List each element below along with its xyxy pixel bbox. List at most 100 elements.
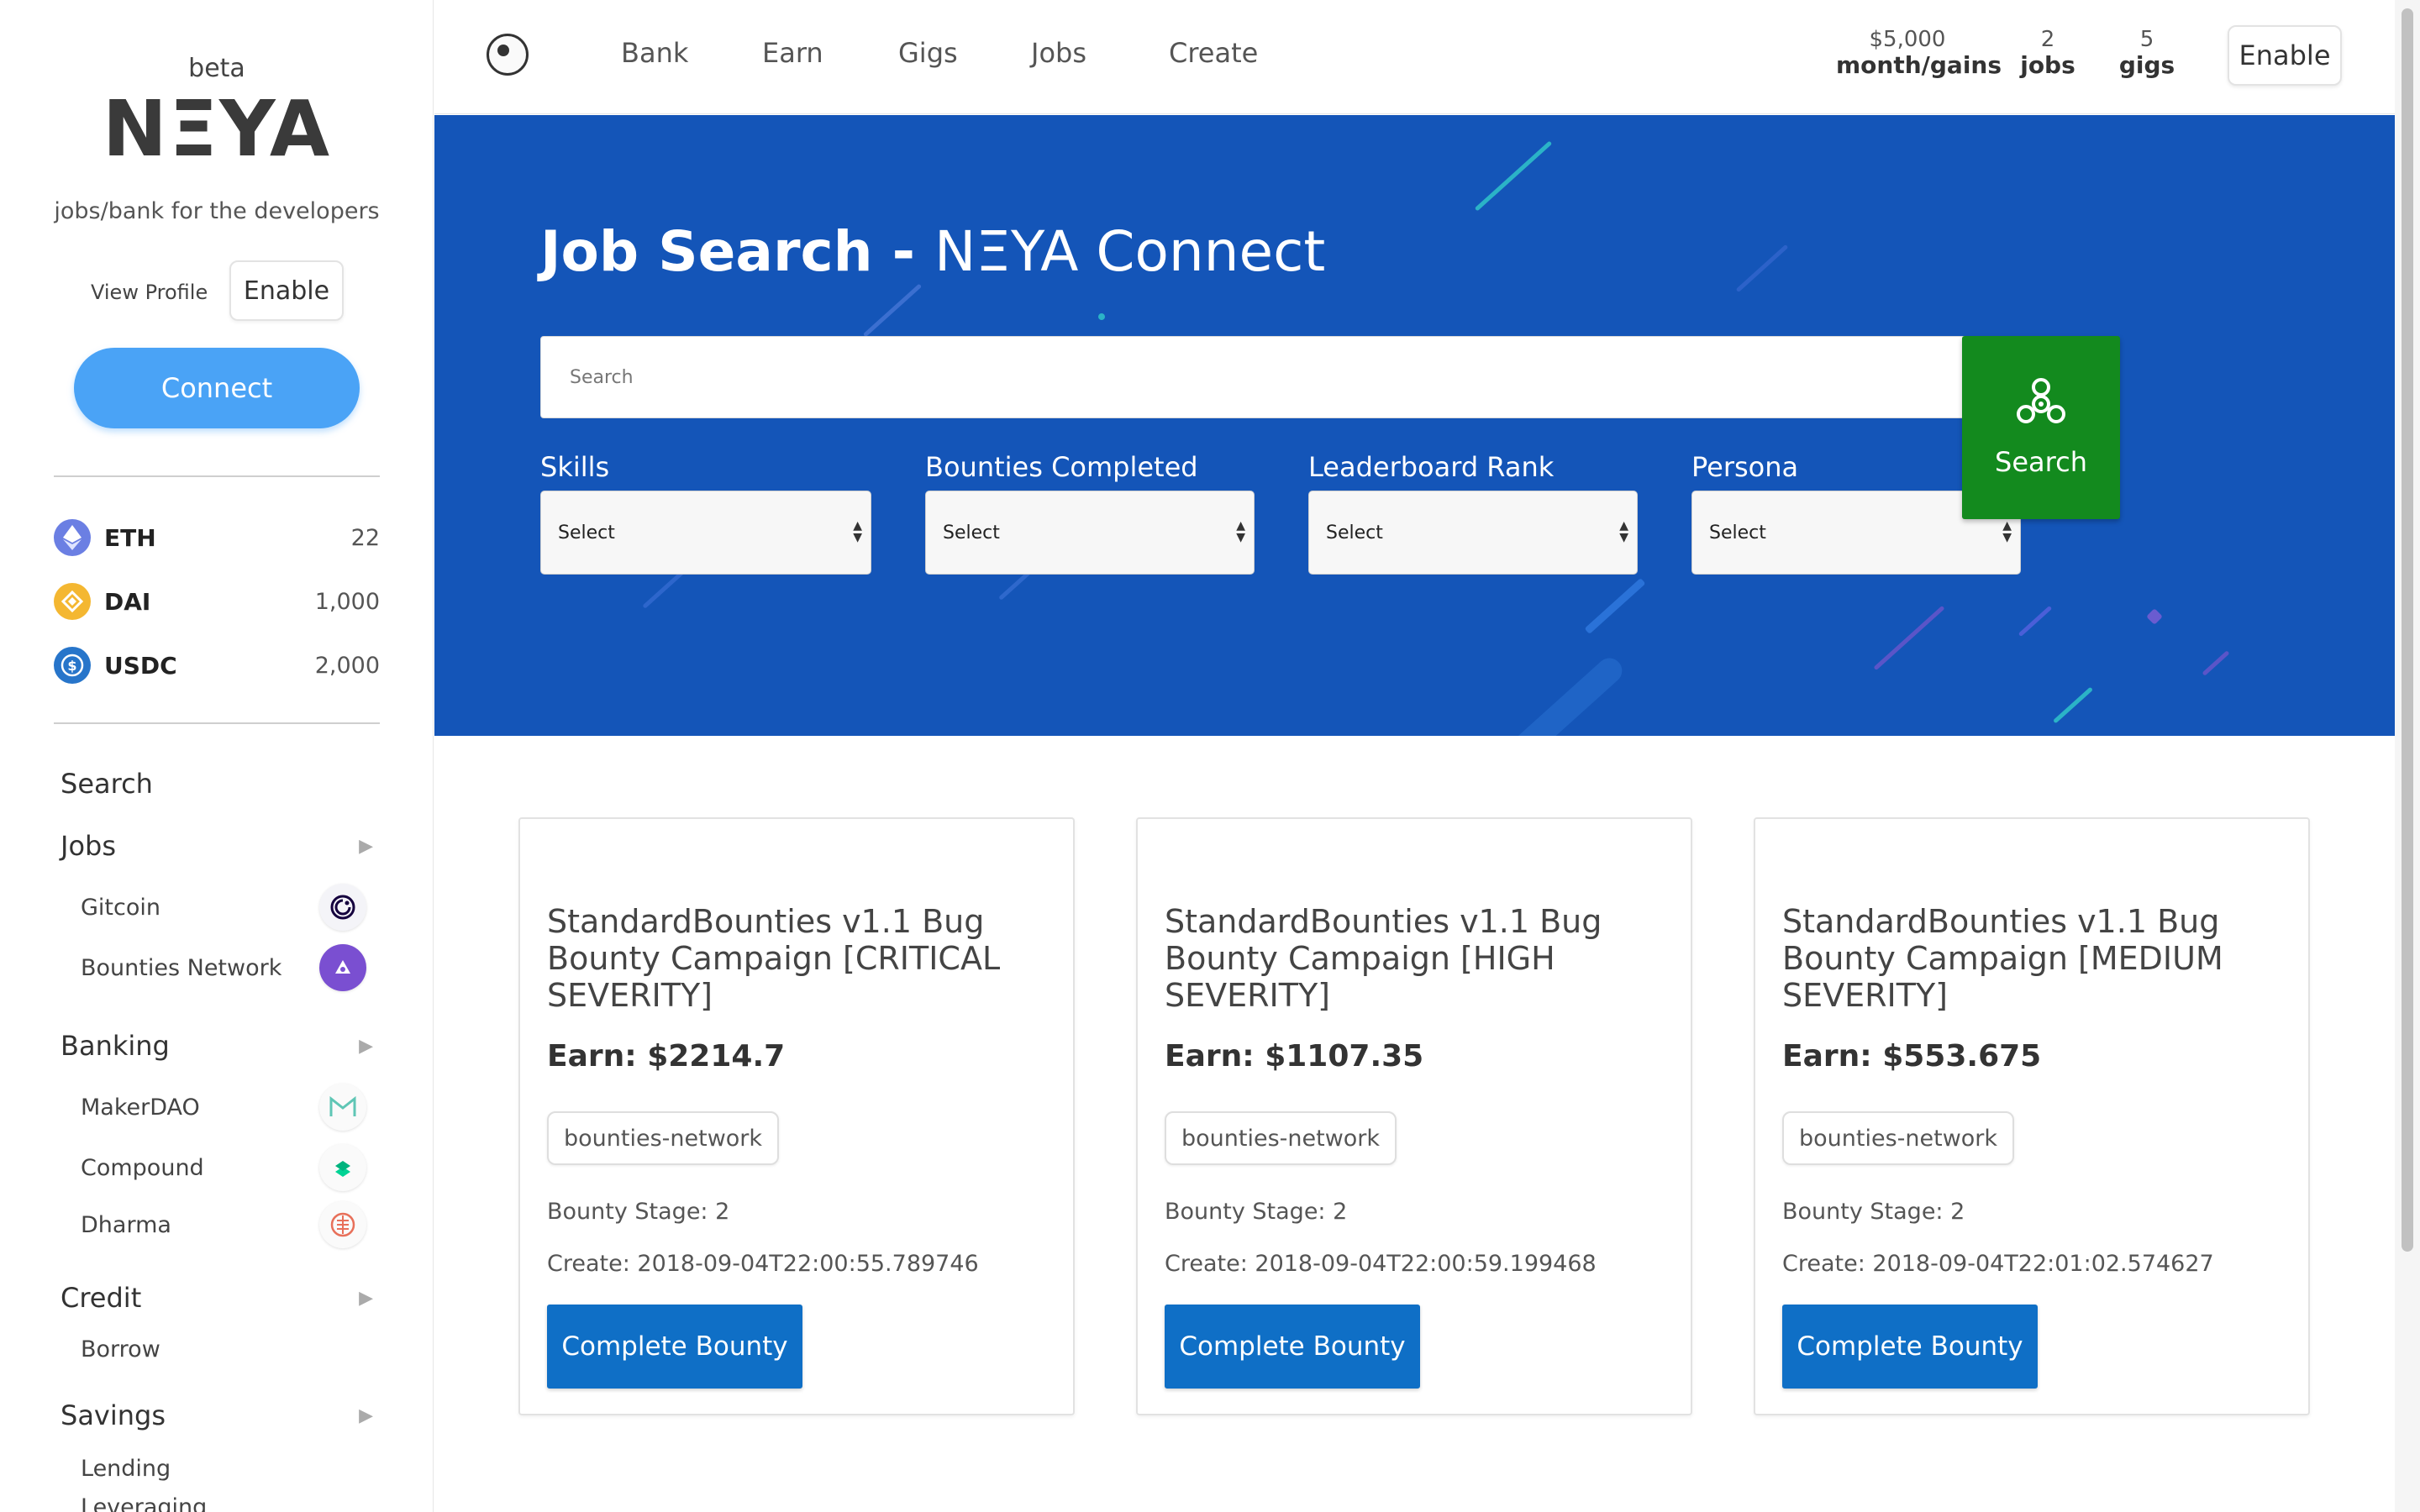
search-button[interactable]: Search (1962, 336, 2120, 519)
select-arrows-icon: ▲ ▼ (1236, 519, 1245, 544)
bounty-stage: Bounty Stage: 2 (1782, 1199, 1965, 1225)
nav-label: MakerDAO (81, 1094, 200, 1121)
decor-streak (1735, 244, 1789, 293)
sidebar-item-compound[interactable]: Compound (81, 1144, 366, 1191)
bounties-network-icon (319, 944, 366, 991)
asset-value: 22 (350, 524, 380, 551)
nav-label: Banking (60, 1030, 170, 1062)
expand-arrow-icon[interactable]: ▶ (353, 1288, 373, 1309)
decor-streak (862, 283, 923, 338)
nav-link-earn[interactable]: Earn (762, 37, 823, 69)
nav-label: Dharma (81, 1211, 171, 1238)
sidebar-item-search[interactable]: Search (60, 763, 373, 805)
job-search-input[interactable] (540, 336, 2075, 418)
sidebar-item-jobs[interactable]: Jobs ▶ (60, 825, 373, 867)
sidebar-item-borrow[interactable]: Borrow (81, 1326, 366, 1373)
nav-label: Savings (60, 1399, 166, 1431)
decor-dot (2146, 608, 2163, 625)
asset-name: USDC (104, 651, 177, 680)
sidebar-item-makerdao[interactable]: MakerDAO (81, 1084, 366, 1131)
decor-streak (1474, 140, 1553, 212)
bounty-tag[interactable]: bounties-network (1782, 1111, 2015, 1165)
bounty-title[interactable]: StandardBounties v1.1 Bug Bounty Campaig… (547, 903, 1051, 1014)
nav-label: Credit (60, 1282, 142, 1314)
sidebar-item-bounties-network[interactable]: Bounties Network (81, 944, 366, 991)
dharma-icon (319, 1201, 366, 1248)
bounty-created: Create: 2018-09-04T22:01:02.574627 (1782, 1251, 2214, 1277)
asset-value: 2,000 (314, 652, 380, 679)
filter-label-persona: Persona (1691, 451, 1799, 483)
sidebar: beta NΞYA jobs/bank for the developers V… (0, 0, 434, 1512)
expand-arrow-icon[interactable]: ▶ (353, 1036, 373, 1057)
nav-link-create[interactable]: Create (1169, 37, 1258, 69)
bounty-earn: Earn: $1107.35 (1165, 1039, 1424, 1074)
filter-label-skills: Skills (540, 451, 610, 483)
neya-logo[interactable]: NΞYA (0, 87, 433, 171)
bounty-created: Create: 2018-09-04T22:00:55.789746 (547, 1251, 979, 1277)
nav-label: Borrow (81, 1336, 160, 1362)
sidebar-item-leveraging[interactable]: Leveraging (81, 1483, 366, 1512)
decor-streak (2053, 686, 2093, 724)
select-value: Select (1326, 522, 1383, 543)
nav-link-jobs[interactable]: Jobs (1031, 37, 1086, 69)
stat-label: month/gains (1836, 51, 2002, 79)
stat-gigs: 5 gigs (2113, 27, 2181, 79)
select-value: Select (558, 522, 615, 543)
select-arrows-icon: ▲ ▼ (1619, 519, 1628, 544)
asset-row-eth[interactable]: ETH 22 (54, 517, 380, 558)
decor-streak (2202, 650, 2230, 676)
bounty-title[interactable]: StandardBounties v1.1 Bug Bounty Campaig… (1782, 903, 2286, 1014)
expand-arrow-icon[interactable]: ▶ (353, 836, 373, 857)
view-profile-link[interactable]: View Profile (91, 281, 208, 304)
stat-label: jobs (2020, 51, 2075, 79)
asset-row-dai[interactable]: DAI 1,000 (54, 581, 380, 622)
svg-text:$: $ (67, 658, 76, 674)
top-enable-button[interactable]: Enable (2228, 25, 2342, 86)
nav-label: Leveraging (81, 1494, 208, 1512)
stat-label: gigs (2118, 51, 2175, 79)
job-search-hero: Job Search - NΞYA Connect Skills Select … (434, 115, 2395, 736)
stat-value: 5 (2139, 27, 2154, 52)
expand-arrow-icon[interactable]: ▶ (353, 1405, 373, 1426)
complete-bounty-button[interactable]: Complete Bounty (1165, 1305, 1420, 1389)
bounty-tag[interactable]: bounties-network (547, 1111, 780, 1165)
fidget-spinner-icon (2017, 378, 2065, 423)
bounties-completed-select[interactable]: Select ▲ ▼ (925, 491, 1255, 575)
asset-name: ETH (104, 523, 156, 552)
sidebar-item-savings[interactable]: Savings ▶ (60, 1394, 373, 1436)
connect-button[interactable]: Connect (74, 348, 360, 428)
title-strong: Job Search - (540, 219, 915, 284)
bounty-title[interactable]: StandardBounties v1.1 Bug Bounty Campaig… (1165, 903, 1669, 1014)
select-value: Select (943, 522, 1000, 543)
nav-link-bank[interactable]: Bank (621, 37, 688, 69)
nav-label: Gitcoin (81, 894, 160, 921)
bounty-earn: Earn: $2214.7 (547, 1039, 786, 1074)
sidebar-item-credit[interactable]: Credit ▶ (60, 1277, 373, 1319)
complete-bounty-button[interactable]: Complete Bounty (1782, 1305, 2038, 1389)
moon-logo-icon[interactable] (487, 34, 529, 76)
select-arrows-icon: ▲ ▼ (2002, 519, 2012, 544)
scrollbar-thumb[interactable] (2402, 8, 2413, 1252)
decor-streak (1510, 653, 1628, 736)
bounty-earn: Earn: $553.675 (1782, 1039, 2042, 1074)
nav-link-gigs[interactable]: Gigs (898, 37, 958, 69)
nav-label: Search (60, 768, 153, 800)
stat-value: $5,000 (1869, 27, 1946, 52)
bounty-stage: Bounty Stage: 2 (547, 1199, 730, 1225)
nav-label: Bounties Network (81, 954, 282, 981)
nav-label: Compound (81, 1154, 204, 1181)
sidebar-item-dharma[interactable]: Dharma (81, 1201, 366, 1248)
sidebar-item-banking[interactable]: Banking ▶ (60, 1025, 373, 1067)
beta-label: beta (188, 54, 245, 83)
asset-row-usdc[interactable]: $ USDC 2,000 (54, 645, 380, 685)
sidebar-item-gitcoin[interactable]: Gitcoin (81, 884, 366, 931)
skills-select[interactable]: Select ▲ ▼ (540, 491, 871, 575)
leaderboard-rank-select[interactable]: Select ▲ ▼ (1308, 491, 1638, 575)
bounty-tag[interactable]: bounties-network (1165, 1111, 1397, 1165)
bounty-card: StandardBounties v1.1 Bug Bounty Campaig… (518, 817, 1075, 1415)
decor-streak (1584, 578, 1646, 634)
complete-bounty-button[interactable]: Complete Bounty (547, 1305, 802, 1389)
search-button-label: Search (1995, 446, 2087, 478)
asset-value: 1,000 (314, 588, 380, 615)
sidebar-enable-button[interactable]: Enable (229, 260, 344, 321)
